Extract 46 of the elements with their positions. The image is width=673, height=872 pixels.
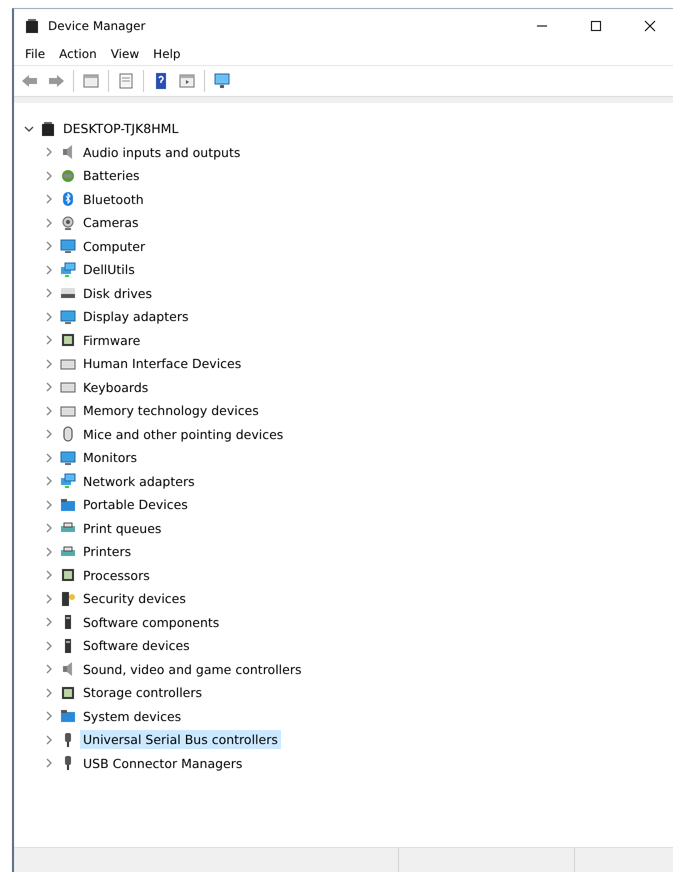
maximize-icon <box>590 20 602 32</box>
tree-item[interactable]: Disk drives <box>80 284 155 303</box>
tree-item[interactable]: Display adapters <box>80 307 192 326</box>
tree-item[interactable]: Processors <box>80 566 153 585</box>
tree-item[interactable]: DellUtils <box>80 260 138 280</box>
folder-icon <box>60 708 76 724</box>
tree-item[interactable]: Firmware <box>80 330 144 350</box>
monitor-icon <box>60 450 76 466</box>
tree-item[interactable]: Cameras <box>80 213 142 232</box>
tree-item[interactable]: Computer <box>80 236 148 256</box>
tree-item[interactable]: Portable Devices <box>80 495 191 514</box>
tree-item[interactable]: Printers <box>80 542 134 562</box>
tree-item[interactable]: Keyboards <box>80 378 152 397</box>
tree-item[interactable]: Sound, video and game controllers <box>80 660 304 679</box>
tree-item[interactable]: Bluetooth <box>80 190 147 209</box>
window-title: Device Manager <box>48 19 146 33</box>
tree-item[interactable]: Network adapters <box>80 472 198 491</box>
tree-item[interactable]: DESKTOP-TJK8HML <box>60 119 182 138</box>
tree-item[interactable]: Audio inputs and outputs <box>80 142 244 162</box>
network-icon <box>60 262 76 278</box>
tree-item[interactable]: Memory technology devices <box>80 401 262 420</box>
display-icon <box>60 308 76 325</box>
tree-item[interactable]: Batteries <box>80 166 143 186</box>
chip-icon <box>60 332 76 348</box>
monitor-icon <box>60 238 76 254</box>
network-icon <box>60 473 76 490</box>
menu-item[interactable]: Help <box>146 47 188 61</box>
close-icon <box>644 20 656 32</box>
tree-item[interactable]: Software components <box>80 612 222 632</box>
tree-item[interactable]: Security devices <box>80 589 189 608</box>
menu-item[interactable]: File <box>18 47 52 61</box>
tree-item[interactable]: Storage controllers <box>80 683 206 702</box>
tree-item[interactable]: Human Interface Devices <box>80 354 244 374</box>
tree-item[interactable]: Universal Serial Bus controllers <box>80 730 281 750</box>
webcam-icon <box>60 214 76 231</box>
tree-item[interactable]: Mice and other pointing devices <box>80 424 286 444</box>
security-icon <box>60 590 76 607</box>
tree-item[interactable]: Software devices <box>80 636 193 656</box>
tree-item[interactable]: USB Connector Managers <box>80 754 246 773</box>
processor-icon <box>60 567 76 584</box>
bluetooth-icon <box>60 191 76 208</box>
tree-item[interactable]: Print queues <box>80 518 164 538</box>
menu-item[interactable]: View <box>104 47 146 61</box>
menu-item[interactable]: Action <box>52 47 104 61</box>
tree-item[interactable]: Monitors <box>80 448 140 468</box>
tree-item[interactable]: System devices <box>80 706 184 726</box>
